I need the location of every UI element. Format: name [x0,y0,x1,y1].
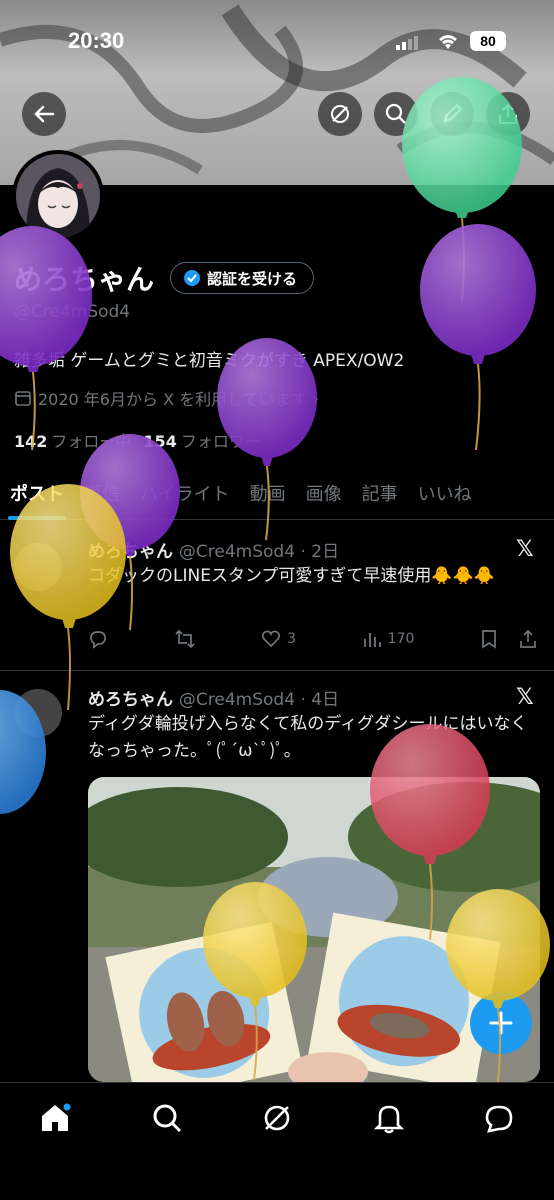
post-text: コダックのLINEスタンプ可愛すぎて早速使用🐥🐥🐥 [88,566,495,586]
explore-icon[interactable] [150,1101,184,1135]
balloon-purple [420,224,536,451]
grok-nav-icon[interactable] [260,1101,294,1135]
tab-likes[interactable]: いいね [408,468,482,519]
follow-stats: 142 フォロー中 154 フォロワー [14,428,261,452]
search-icon [385,103,406,124]
profile-bio: 雑多垢 ゲームとグミと初音ミクがすき APEX/OW2 [14,351,405,371]
like-icon [262,630,281,648]
following-link[interactable]: 142 フォロー中 [14,428,131,452]
reply-button[interactable] [88,629,108,649]
bottom-navigation [0,1082,554,1200]
get-verified-button[interactable]: 認証を受ける [170,262,315,294]
compose-icon [489,1011,513,1035]
x-logo-icon[interactable]: 𝕏 [516,685,534,710]
join-date[interactable]: 2020 年6月から X を利用しています › [14,386,319,410]
profile-name: めろちゃん [14,263,155,296]
tab-posts[interactable]: ポスト [0,468,74,520]
post-meta: @Cre4mSod4 · 2日 [178,542,340,562]
home-icon[interactable] [38,1101,72,1135]
repost-icon [174,629,195,649]
profile-avatar[interactable] [12,150,104,242]
post-avatar[interactable] [14,689,62,737]
cellular-signal-icon [396,36,418,50]
clock: 20:30 [68,28,125,53]
battery-indicator: 80 [470,31,506,51]
compose-button[interactable] [470,992,532,1054]
profile-tabs: ポスト 返信 ハイライト 動画 画像 記事 いいね [0,468,554,520]
x-logo-icon[interactable]: 𝕏 [516,537,534,562]
views-icon [363,633,381,647]
chevron-right-icon: › [312,388,320,408]
join-date-text: 2020 年6月から X を利用しています [38,390,307,409]
search-button[interactable] [374,92,418,136]
post-author: めろちゃん @Cre4mSod4 · 2日 [88,542,340,562]
followers-link[interactable]: 154 フォロワー [143,428,260,452]
back-button[interactable] [22,92,66,136]
tab-images[interactable]: 画像 [296,468,352,519]
views-button[interactable]: 170 [362,629,414,649]
status-bar: 20:30 80 [0,0,554,80]
notifications-icon[interactable] [372,1101,406,1135]
reply-icon [90,631,106,649]
post-author: めろちゃん @Cre4mSod4 · 4日 [88,690,340,710]
share-icon [499,103,517,124]
post-actions: 3 170 [88,629,538,649]
wifi-icon [439,35,457,49]
post-item[interactable]: めろちゃん @Cre4mSod4 · 2日 𝕏 コダックのLINEスタンプ可愛す… [0,521,554,671]
calendar-icon [15,391,31,406]
tab-articles[interactable]: 記事 [352,468,408,519]
bookmark-icon[interactable] [480,629,498,649]
share-button[interactable] [486,92,530,136]
share-icon[interactable] [518,629,538,649]
profile-handle: @Cre4mSod4 [14,302,131,322]
get-verified-label: 認証を受ける [207,269,298,288]
grok-icon [331,105,349,123]
grok-button[interactable] [318,92,362,136]
back-arrow-icon [34,105,55,123]
tab-highlights[interactable]: ハイライト [130,468,240,519]
post-meta: @Cre4mSod4 · 4日 [178,690,340,710]
tab-replies[interactable]: 返信 [74,468,130,519]
edit-icon [443,103,463,123]
post-text: ディグダ輪投げ入らなくて私のディグダシールにはいなくなっちゃった。ﾟ(ﾟ´ω`ﾟ… [88,714,528,761]
verified-icon [184,270,200,286]
tab-videos[interactable]: 動画 [240,468,296,519]
like-button[interactable]: 3 [261,629,296,649]
post-avatar[interactable] [14,543,62,591]
edit-profile-button[interactable] [430,92,474,136]
repost-button[interactable] [174,629,196,649]
messages-icon[interactable] [482,1101,516,1135]
post-extra-actions [480,629,538,649]
